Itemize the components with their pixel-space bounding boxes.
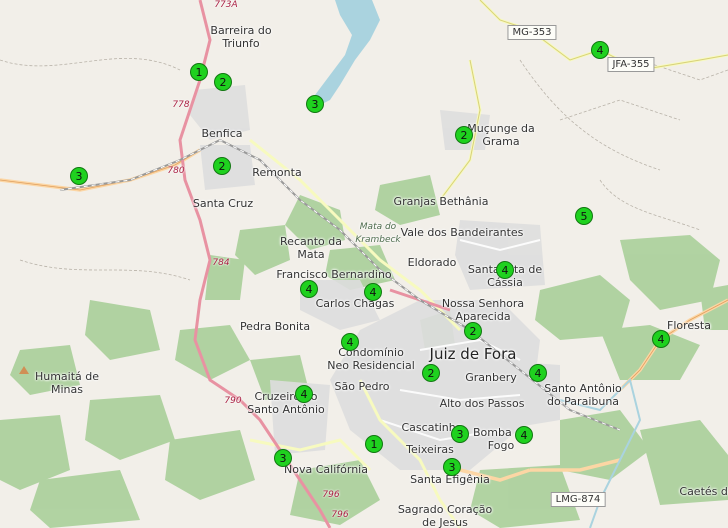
place-label-vale: Vale dos Bandeirantes bbox=[400, 226, 524, 239]
secondary-road-edges bbox=[439, 0, 728, 201]
road-shield: LMG-874 bbox=[550, 492, 606, 507]
place-label-granjas: Granjas Bethânia bbox=[393, 195, 489, 208]
place-label-cruzeiro: Cruzeiro do Santo Antônio bbox=[247, 390, 325, 416]
place-label-remonta: Remonta bbox=[252, 166, 302, 179]
map-base-layer bbox=[0, 0, 728, 528]
place-label-carlos: Carlos Chagas bbox=[315, 297, 395, 310]
road-number-label: 790 bbox=[224, 396, 242, 406]
water-bodies bbox=[315, 0, 380, 105]
place-label-recanto: Recanto da Mata bbox=[280, 235, 342, 261]
road-number-label: 784 bbox=[212, 258, 230, 268]
place-label-altopassos: Alto dos Passos bbox=[439, 397, 525, 410]
place-label-santacruz: Santa Cruz bbox=[192, 197, 254, 210]
place-label-pedrabonita: Pedra Bonita bbox=[239, 320, 311, 333]
cluster-marker[interactable]: 3 bbox=[443, 458, 461, 476]
place-label-caetes: Caetés do bbox=[679, 485, 728, 498]
cluster-marker[interactable]: 3 bbox=[451, 425, 469, 443]
cluster-marker[interactable]: 2 bbox=[455, 126, 473, 144]
place-label-nossa: Nossa Senhora Aparecida bbox=[441, 297, 525, 323]
place-label-mucunge: Muçunge da Grama bbox=[467, 122, 535, 148]
cluster-marker[interactable]: 4 bbox=[295, 385, 313, 403]
place-label-condominio: Condomínio Neo Residencial bbox=[327, 346, 415, 372]
place-label-mata: Mata do Krambeck bbox=[355, 222, 401, 245]
cluster-marker[interactable]: 2 bbox=[213, 157, 231, 175]
cluster-marker[interactable]: 4 bbox=[529, 364, 547, 382]
cluster-marker[interactable]: 3 bbox=[306, 95, 324, 113]
place-label-santoantonio_p: Santo Antônio do Paraibuna bbox=[544, 382, 622, 408]
cluster-marker[interactable]: 2 bbox=[464, 322, 482, 340]
road-number-label: 796 bbox=[331, 510, 349, 520]
cluster-marker[interactable]: 4 bbox=[515, 426, 533, 444]
cluster-marker[interactable]: 4 bbox=[496, 261, 514, 279]
cluster-marker[interactable]: 4 bbox=[341, 333, 359, 351]
cluster-marker[interactable]: 4 bbox=[591, 41, 609, 59]
cluster-marker[interactable]: 2 bbox=[422, 364, 440, 382]
road-shield: MG-353 bbox=[507, 25, 557, 40]
cluster-marker[interactable]: 1 bbox=[365, 435, 383, 453]
road-shield: JFA-355 bbox=[607, 57, 655, 72]
place-label-barreira: Barreira do Triunfo bbox=[210, 24, 272, 50]
place-label-juizdefora: Juiz de Fora bbox=[429, 345, 517, 363]
place-label-sagrado: Sagrado Coração de Jesus bbox=[397, 503, 493, 528]
place-label-francisco: Francisco Bernardino bbox=[276, 268, 392, 281]
cluster-marker[interactable]: 4 bbox=[300, 280, 318, 298]
cluster-marker[interactable]: 4 bbox=[364, 283, 382, 301]
place-label-benfica: Benfica bbox=[201, 127, 243, 140]
place-label-saopedro: São Pedro bbox=[334, 380, 390, 393]
cluster-marker[interactable]: 5 bbox=[575, 207, 593, 225]
cluster-marker[interactable]: 1 bbox=[190, 63, 208, 81]
place-label-granbery: Granbery bbox=[465, 371, 517, 384]
road-number-label: 778 bbox=[172, 100, 190, 110]
place-label-floresta: Floresta bbox=[667, 319, 711, 332]
cluster-marker[interactable]: 3 bbox=[274, 449, 292, 467]
road-number-label: 796 bbox=[322, 490, 340, 500]
road-number-label: 780 bbox=[167, 166, 185, 176]
cluster-marker[interactable]: 3 bbox=[70, 167, 88, 185]
place-label-eldorado: Eldorado bbox=[407, 256, 457, 269]
cluster-marker[interactable]: 2 bbox=[214, 73, 232, 91]
place-label-novacal: Nova Califórnia bbox=[284, 463, 368, 476]
place-label-humaita: Humaitá de Minas bbox=[34, 370, 100, 396]
map-view[interactable]: Barreira do Triunfo Benfica Remonta Santa C… bbox=[0, 0, 728, 528]
road-number-label: 773A bbox=[214, 0, 238, 10]
cluster-marker[interactable]: 4 bbox=[652, 330, 670, 348]
place-label-teixeiras: Teixeiras bbox=[406, 443, 454, 456]
